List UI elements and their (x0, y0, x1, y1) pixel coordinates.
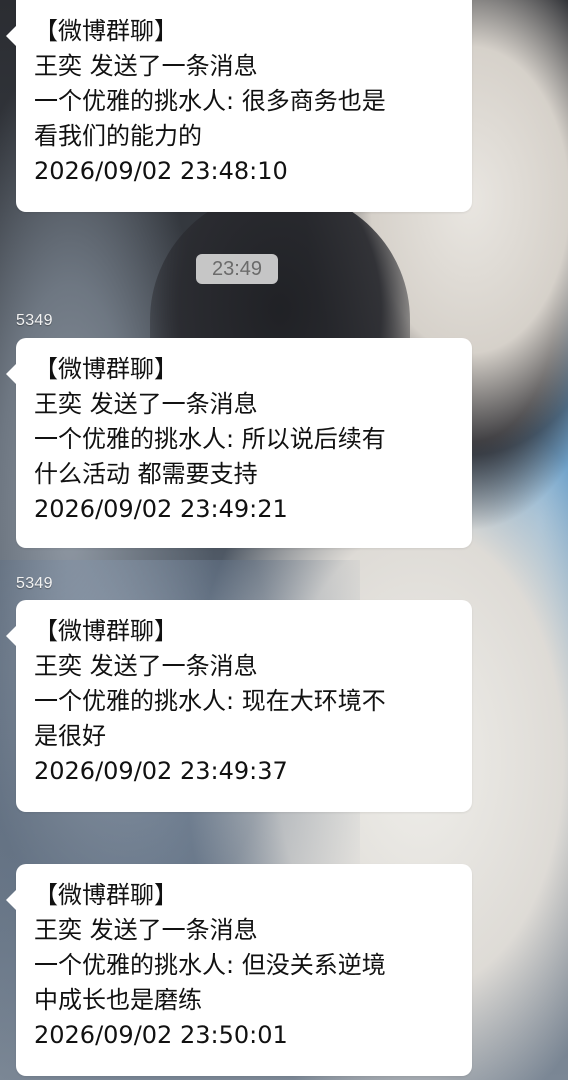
message-sender-line: 王奕 发送了一条消息 (34, 52, 258, 80)
message-timestamp: 2026/09/02 23:50:01 (34, 1021, 288, 1049)
message-sender-line: 王奕 发送了一条消息 (34, 652, 258, 680)
message-timestamp: 2026/09/02 23:49:37 (34, 757, 288, 785)
message-timestamp: 2026/09/02 23:49:21 (34, 495, 288, 523)
message-text-line: 一个优雅的挑水人: 所以说后续有 (34, 425, 386, 453)
message-bubble[interactable]: 【微博群聊】 王奕 发送了一条消息 一个优雅的挑水人: 所以说后续有 什么活动 … (6, 338, 472, 548)
message-text-line: 一个优雅的挑水人: 很多商务也是 (34, 87, 386, 115)
sender-id-label: 5349 (16, 575, 53, 592)
message-text-line: 中成长也是磨练 (34, 986, 202, 1014)
message-source-label: 【微博群聊】 (34, 355, 178, 383)
message-text-line: 是很好 (34, 722, 106, 750)
chat-thread[interactable]: 【微博群聊】 王奕 发送了一条消息 一个优雅的挑水人: 很多商务也是 看我们的能… (0, 0, 568, 1080)
message-text-line: 一个优雅的挑水人: 但没关系逆境 (34, 951, 386, 979)
message-bubble[interactable]: 【微博群聊】 王奕 发送了一条消息 一个优雅的挑水人: 很多商务也是 看我们的能… (6, 0, 472, 212)
message-source-label: 【微博群聊】 (34, 17, 178, 45)
message-timestamp: 2026/09/02 23:48:10 (34, 157, 288, 185)
message-source-label: 【微博群聊】 (34, 881, 178, 909)
message-text-line: 什么活动 都需要支持 (34, 460, 258, 488)
message-sender-line: 王奕 发送了一条消息 (34, 390, 258, 418)
message-source-label: 【微博群聊】 (34, 617, 178, 645)
message-text-line: 看我们的能力的 (34, 122, 202, 150)
message-text-line: 一个优雅的挑水人: 现在大环境不 (34, 687, 386, 715)
message-bubble[interactable]: 【微博群聊】 王奕 发送了一条消息 一个优雅的挑水人: 但没关系逆境 中成长也是… (6, 864, 472, 1076)
message-sender-line: 王奕 发送了一条消息 (34, 916, 258, 944)
time-divider: 23:49 (196, 254, 278, 284)
sender-id-label: 5349 (16, 312, 53, 329)
message-bubble[interactable]: 【微博群聊】 王奕 发送了一条消息 一个优雅的挑水人: 现在大环境不 是很好 2… (6, 600, 472, 812)
